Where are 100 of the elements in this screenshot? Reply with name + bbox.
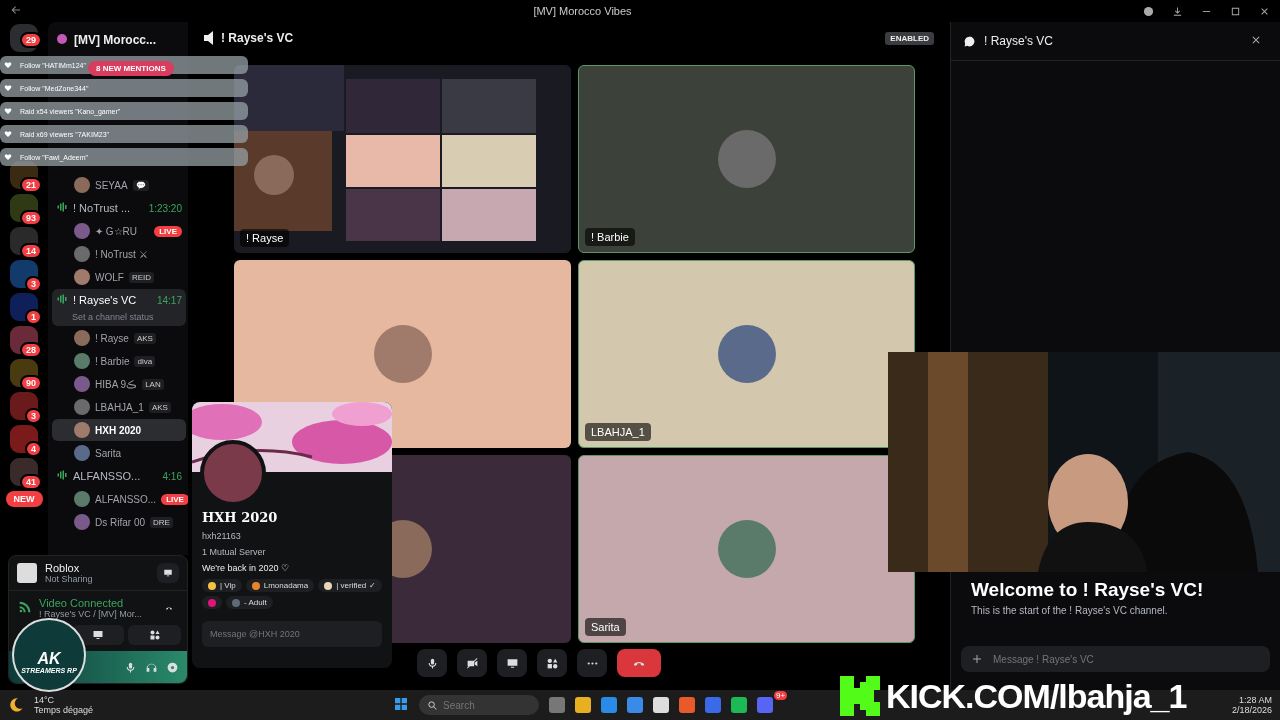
voice-member[interactable]: Sarita xyxy=(52,442,186,464)
avatar xyxy=(74,269,90,285)
voice-member[interactable]: Ds Rifar 00 DRE xyxy=(52,511,186,533)
avatar xyxy=(74,491,90,507)
channel-intro: This is the start of the ! Rayse's VC channel. xyxy=(970,604,1169,618)
message-field[interactable]: Message @HXH 2020 xyxy=(202,621,382,647)
voice-member[interactable]: ✦ G☆RU LIVE xyxy=(52,220,186,242)
taskbar-app-icon[interactable] xyxy=(653,697,670,713)
profile-bio: We're back in 2020 ♡ xyxy=(202,563,291,573)
microphone-button[interactable] xyxy=(417,649,447,677)
video-tile[interactable]: Sarita xyxy=(578,455,915,643)
role-name: - Adult xyxy=(244,598,267,607)
download-icon xyxy=(1172,5,1183,17)
channel-name: ALFANSSO... xyxy=(73,470,142,482)
avatar xyxy=(717,520,776,578)
mutual-servers[interactable]: 1 Mutual Server xyxy=(202,547,382,557)
member-tag: DRE xyxy=(150,516,173,528)
connection-channel[interactable]: ! Rayse's VC / [MV] Mor... xyxy=(39,609,153,619)
heart-icon xyxy=(4,130,12,138)
kick-logo-icon xyxy=(840,676,880,716)
server-icon xyxy=(56,32,68,45)
member-name: Ds Rifar 00 xyxy=(95,516,145,528)
member-name: SEYAA xyxy=(95,179,128,191)
monitor-icon xyxy=(505,656,519,670)
participant-name: Sarita xyxy=(585,618,626,636)
member-tag: AKS xyxy=(133,332,156,344)
search-field[interactable]: Search xyxy=(419,695,540,715)
clock-time: 1:28 AM xyxy=(1238,695,1272,705)
activities-button[interactable] xyxy=(128,625,181,645)
member-name: ! NoTrust ⚔ xyxy=(95,248,148,260)
member-tag: REID xyxy=(128,271,154,283)
unread-badge: 3 xyxy=(25,276,42,292)
heart-icon xyxy=(4,61,12,69)
avatar xyxy=(74,422,90,438)
chat-title: ! Rayse's VC xyxy=(984,34,1053,48)
activities-button[interactable] xyxy=(537,649,567,677)
screen-share-button[interactable] xyxy=(497,649,527,677)
member-name: ✦ G☆RU xyxy=(95,225,137,237)
call-duration: 4:16 xyxy=(162,470,182,482)
clock-date: 2/18/2026 xyxy=(1231,705,1272,715)
channel-name: ! Rayse's VC xyxy=(73,294,138,306)
unread-badge: 29 xyxy=(20,32,42,48)
voice-channel[interactable]: ! NoTrust ... 1:23:20 xyxy=(52,197,186,219)
window-title: [MV] Morocco Vibes xyxy=(532,5,633,17)
unread-badge: 90 xyxy=(20,375,42,391)
avatar xyxy=(74,514,90,530)
voice-channel[interactable]: ! Rayse's VC 14:17 Set a channel status xyxy=(52,289,186,326)
new-badge: NEW xyxy=(5,491,43,507)
camera-off-icon xyxy=(465,656,479,670)
avatar xyxy=(717,325,776,383)
call-duration: 1:23:20 xyxy=(148,202,182,214)
video-tile[interactable]: ! Barbie xyxy=(578,65,915,253)
voice-member[interactable]: ALFANSSO... LIVE xyxy=(52,488,186,510)
voice-channel[interactable]: ALFANSSO... 4:16 xyxy=(52,465,186,487)
taskbar-app-icon[interactable] xyxy=(575,697,592,713)
taskbar-app-icon[interactable] xyxy=(731,697,748,713)
participant-name: ! Rayse xyxy=(240,229,290,247)
unread-badge: 93 xyxy=(20,210,42,226)
message-field[interactable]: Message ! Rayse's VC xyxy=(961,646,1270,672)
call-duration: 14:17 xyxy=(156,294,182,306)
member-name: Sarita xyxy=(95,447,122,459)
heart-icon xyxy=(4,84,12,92)
channel-name: ! NoTrust ... xyxy=(73,202,132,214)
moon-icon xyxy=(8,697,24,713)
back-icon xyxy=(10,3,22,16)
role-name: Lmonadama xyxy=(263,581,309,590)
share-screen-button[interactable] xyxy=(157,563,179,583)
video-tile[interactable]: ! Rayse xyxy=(234,65,571,253)
monitor-icon xyxy=(92,629,104,641)
voice-member[interactable]: ! NoTrust ⚔ xyxy=(52,243,186,265)
live-badge: LIVE xyxy=(161,493,188,505)
windows-icon xyxy=(393,695,410,712)
unread-badge: 28 xyxy=(20,342,42,358)
voice-member[interactable]: ! Barbie diva xyxy=(52,350,186,372)
unread-badge: 4 xyxy=(25,441,42,457)
voice-member[interactable]: SEYAA 💬 xyxy=(52,174,186,196)
video-tile[interactable]: LBAHJA_1 xyxy=(578,260,915,448)
role-name: | Vip xyxy=(220,581,236,590)
camera-button[interactable] xyxy=(457,649,487,677)
participant-name: LBAHJA_1 xyxy=(585,423,651,441)
settings-icon xyxy=(166,660,179,674)
mentions-badge[interactable]: 8 NEW MENTIONS xyxy=(88,61,174,76)
channel-status[interactable]: Set a channel status xyxy=(56,312,182,322)
voice-member[interactable]: LBAHJA_1 AKS xyxy=(52,396,186,418)
voice-member[interactable]: HXH 2020 xyxy=(52,419,186,441)
avatar xyxy=(74,399,90,415)
notification-badge: 9+ xyxy=(774,691,788,700)
avatar xyxy=(74,445,90,461)
hang-up-button[interactable] xyxy=(617,649,661,677)
heart-icon xyxy=(4,153,12,161)
avatar xyxy=(74,246,90,262)
voice-channel-icon xyxy=(56,293,68,305)
welcome-heading: Welcome to ! Rayse's VC! xyxy=(970,579,1205,601)
server-icon[interactable]: 29 xyxy=(10,24,38,52)
voice-member[interactable]: WOLF REID xyxy=(52,266,186,288)
add-icon xyxy=(971,653,983,665)
unread-badge: 41 xyxy=(20,474,42,490)
voice-member[interactable]: ! Rayse AKS xyxy=(52,327,186,349)
member-tag: AKS xyxy=(148,401,171,413)
server-name[interactable]: [MV] Morocc... xyxy=(74,33,156,47)
